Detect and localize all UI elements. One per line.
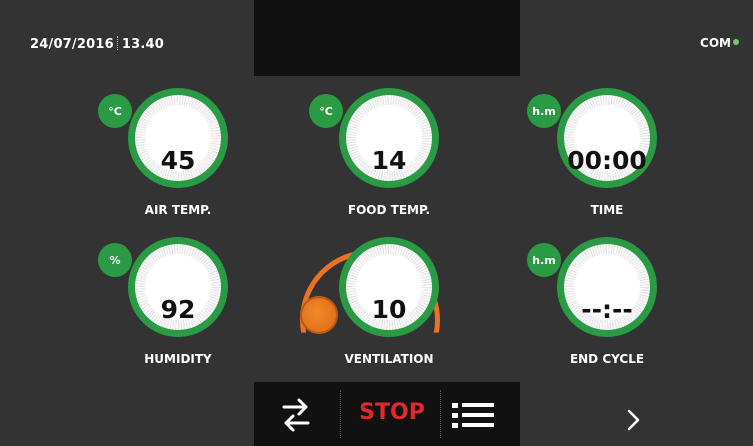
com-status-dot-icon (733, 39, 739, 45)
dial (339, 237, 439, 341)
menu-button[interactable] (450, 400, 500, 432)
chevron-right-icon (627, 409, 640, 431)
divider (340, 390, 342, 438)
gauge-label: AIR TEMP. (144, 203, 212, 217)
unit-badge-celsius: °C (98, 94, 132, 128)
unit-badge-percent: % (98, 243, 132, 277)
dial (128, 237, 228, 341)
top-bar: 24/07/2016 13.40 COM (0, 0, 753, 78)
gauge-label: FOOD TEMP. (347, 203, 431, 217)
com-label: COM (700, 36, 731, 50)
gauge-value: --:-- (581, 295, 633, 324)
gauge-label: END CYCLE (569, 352, 645, 366)
date-time-display: 24/07/2016 13.40 (30, 36, 164, 52)
unit-badge-celsius: °C (309, 94, 343, 128)
message-display-panel (254, 0, 520, 76)
stop-button[interactable]: STOP (350, 400, 434, 430)
swap-arrows-button[interactable] (276, 396, 316, 434)
gauge-air-temp[interactable]: °C 45 AIR TEMP. (98, 88, 258, 238)
dial (557, 88, 657, 192)
unit-badge-hours-minutes: h.m (527, 94, 561, 128)
date-time-separator (116, 36, 119, 50)
date-text: 24/07/2016 (30, 37, 114, 52)
gauge-label: HUMIDITY (144, 352, 212, 366)
divider (440, 390, 442, 438)
next-page-button[interactable] (618, 404, 648, 436)
gauge-value: 14 (371, 146, 407, 175)
gauge-time[interactable]: h.m 00:00 TIME (527, 88, 687, 238)
dial (128, 88, 228, 192)
dial (557, 237, 657, 341)
gauge-value: 45 (160, 146, 196, 175)
ventilation-slider-knob[interactable] (300, 296, 338, 334)
time-text: 13.40 (121, 37, 164, 52)
gauge-label: VENTILATION (344, 352, 434, 366)
gauge-value: 10 (371, 295, 407, 324)
gauge-food-temp[interactable]: °C 14 FOOD TEMP. (309, 88, 469, 238)
list-menu-icon (452, 403, 494, 428)
gauge-humidity[interactable]: % 92 HUMIDITY (98, 237, 258, 387)
gauge-value: 00:00 (567, 146, 647, 175)
com-status: COM (700, 36, 739, 50)
gauge-value: 92 (160, 295, 196, 324)
bottom-control-bar: STOP (254, 382, 520, 446)
swap-arrows-icon (282, 398, 310, 432)
unit-badge-hours-minutes: h.m (527, 243, 561, 277)
gauge-end-cycle[interactable]: h.m --:-- END CYCLE (527, 237, 687, 387)
gauge-label: TIME (590, 203, 624, 217)
dial (339, 88, 439, 192)
